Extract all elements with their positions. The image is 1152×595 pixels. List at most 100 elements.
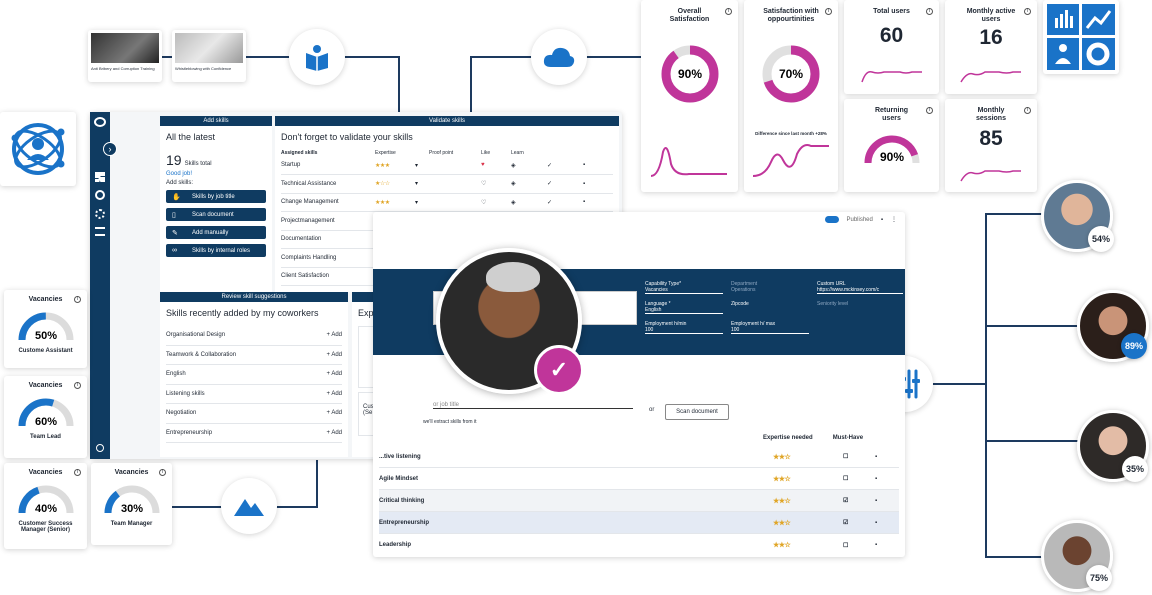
list-item: Teamwork & Collaboration + Add — [166, 346, 342, 365]
vacancy-gauge-value: 60% — [34, 416, 56, 428]
col-expertise: Expertise — [375, 150, 396, 156]
power-icon[interactable] — [96, 444, 104, 452]
info-icon[interactable]: i — [159, 469, 166, 476]
capability-type-field[interactable]: Capability Type* Vacancies — [645, 281, 731, 294]
course-thumbnail[interactable]: Whistleblowing with Confidence — [172, 30, 246, 82]
add-skill-button[interactable]: + Add — [326, 391, 342, 397]
scan-document-button[interactable]: Scan document — [665, 404, 729, 420]
panel-heading: All the latest — [166, 132, 216, 142]
add-skill-button[interactable]: + Add — [326, 371, 342, 377]
skills-by-internal-roles-button[interactable]: ∞ Skills by internal roles — [166, 244, 266, 257]
mountain-circle — [221, 478, 277, 534]
proof-point-dropdown[interactable]: ▾ — [415, 193, 481, 212]
trash-icon[interactable]: ▪ — [875, 542, 877, 548]
monthly-sessions-card: Monthly sessions i 85 — [945, 99, 1037, 192]
proof-point-dropdown[interactable]: ▾ — [415, 156, 481, 175]
vacancy-gauge-card: Vacancies i 30% Team Manager — [91, 463, 172, 545]
learn-icon[interactable]: ◈ — [511, 193, 547, 212]
connector-line — [985, 213, 1045, 215]
must-have-checkbox[interactable]: ☐ — [843, 475, 875, 482]
job-title-search[interactable]: or job title — [433, 402, 633, 409]
heart-icon[interactable]: ♡ — [481, 193, 511, 212]
vacancy-gauge: 30% — [104, 485, 159, 515]
employment-min-field[interactable]: Employment h/min 100 — [645, 321, 731, 334]
info-icon[interactable]: i — [926, 8, 933, 15]
course-image — [175, 33, 243, 63]
course-image — [91, 33, 159, 63]
overall-satisfaction-card: Overall Satisfaction i 90% — [641, 0, 738, 192]
must-have-checkbox[interactable]: ☑ — [843, 519, 875, 526]
trash-icon[interactable]: ▪ — [583, 174, 613, 194]
connector-line — [985, 213, 987, 558]
trash-icon[interactable]: ▪ — [583, 156, 613, 175]
network-person-icon — [11, 123, 65, 175]
language-field[interactable]: Language * English — [645, 301, 731, 314]
add-skill-button[interactable]: + Add — [326, 430, 342, 436]
vacancy-gauge-value: 30% — [120, 503, 142, 515]
vacancy-gauge-card: Vacancies i 50% Custome Assistant — [4, 290, 87, 368]
overall-sparkline — [650, 147, 727, 177]
panel-header: Review skill suggestions — [160, 292, 348, 302]
trash-icon[interactable]: ▪ — [875, 498, 877, 504]
info-icon[interactable]: i — [74, 296, 81, 303]
info-icon[interactable]: i — [74, 469, 81, 476]
app-sidebar — [90, 112, 110, 459]
svg-text:90%: 90% — [880, 150, 904, 164]
heart-icon[interactable]: ♥ — [481, 156, 511, 175]
info-icon[interactable]: i — [926, 107, 933, 114]
info-icon[interactable]: i — [825, 8, 832, 15]
info-icon[interactable]: i — [1024, 8, 1031, 15]
more-icon[interactable]: ⋮ — [891, 216, 897, 223]
monthly-active-users-card: Monthly active users i 16 — [945, 0, 1037, 94]
published-toggle[interactable] — [824, 216, 839, 223]
extract-note: we'll extract skills from it — [423, 419, 477, 425]
compass-icon[interactable] — [95, 190, 105, 200]
zipcode-field[interactable]: Zipcode — [731, 301, 817, 314]
dashboard-icon[interactable] — [95, 172, 105, 182]
document-icon: ▯ — [172, 211, 176, 219]
course-thumbnail[interactable]: Anti Bribery and Corruption Training — [88, 30, 162, 82]
heart-icon[interactable]: ♡ — [481, 174, 511, 194]
learn-icon[interactable]: ◈ — [511, 174, 547, 194]
trash-icon[interactable]: ▪ — [881, 217, 883, 223]
check-icon[interactable]: ✓ — [547, 156, 583, 175]
add-skill-button[interactable]: + Add — [326, 410, 342, 416]
add-skill-button[interactable]: + Add — [326, 352, 342, 358]
match-percentage: 75% — [1086, 565, 1112, 591]
settings-icon[interactable] — [95, 209, 105, 219]
verified-badge: ✓ — [534, 345, 584, 395]
connector-line — [316, 460, 318, 508]
table-row: ...tive listening ★★☆ ☐ ▪ — [379, 446, 899, 468]
chevron-right-icon[interactable]: › — [103, 142, 117, 156]
good-job-text: Good job! — [166, 171, 193, 177]
trash-icon[interactable]: ▪ — [583, 193, 613, 212]
must-have-checkbox[interactable]: ☑ — [843, 497, 875, 504]
info-icon[interactable]: i — [74, 382, 81, 389]
vacancy-card-label: Team Manager — [110, 521, 153, 527]
employment-max-field[interactable]: Employment h/ max 100 — [731, 321, 817, 334]
vacancy-card-label: Customer Success Manager (Senior) — [18, 521, 73, 533]
seniority-field[interactable]: Seniority level — [817, 301, 903, 314]
connector-line — [985, 325, 1080, 327]
svg-text:90%: 90% — [678, 67, 702, 81]
check-icon[interactable]: ✓ — [547, 174, 583, 194]
learn-icon[interactable]: ◈ — [511, 156, 547, 175]
must-have-checkbox[interactable]: ☐ — [843, 542, 875, 549]
add-skill-button[interactable]: + Add — [326, 332, 342, 338]
check-icon[interactable]: ✓ — [547, 193, 583, 212]
scan-document-button[interactable]: ▯ Scan document — [166, 208, 266, 221]
add-manually-button[interactable]: ✎ Add manually — [166, 226, 266, 239]
trash-icon[interactable]: ▪ — [875, 454, 877, 460]
list-icon[interactable] — [95, 227, 105, 236]
trash-icon[interactable]: ▪ — [875, 476, 877, 482]
department-field[interactable]: Department Operations — [731, 281, 817, 294]
must-have-checkbox[interactable]: ☐ — [843, 453, 875, 460]
info-icon[interactable]: i — [725, 8, 732, 15]
table-row: Agile Mindset ★★☆ ☐ ▪ — [379, 468, 899, 490]
connector-line — [398, 56, 400, 114]
info-icon[interactable]: i — [1024, 107, 1031, 114]
trash-icon[interactable]: ▪ — [875, 520, 877, 526]
custom-url-field[interactable]: Custom URL https://www.mckinsey.com/c — [817, 281, 903, 294]
proof-point-dropdown[interactable]: ▾ — [415, 174, 481, 194]
skills-by-job-title-button[interactable]: ✋ Skills by job title — [166, 190, 266, 203]
